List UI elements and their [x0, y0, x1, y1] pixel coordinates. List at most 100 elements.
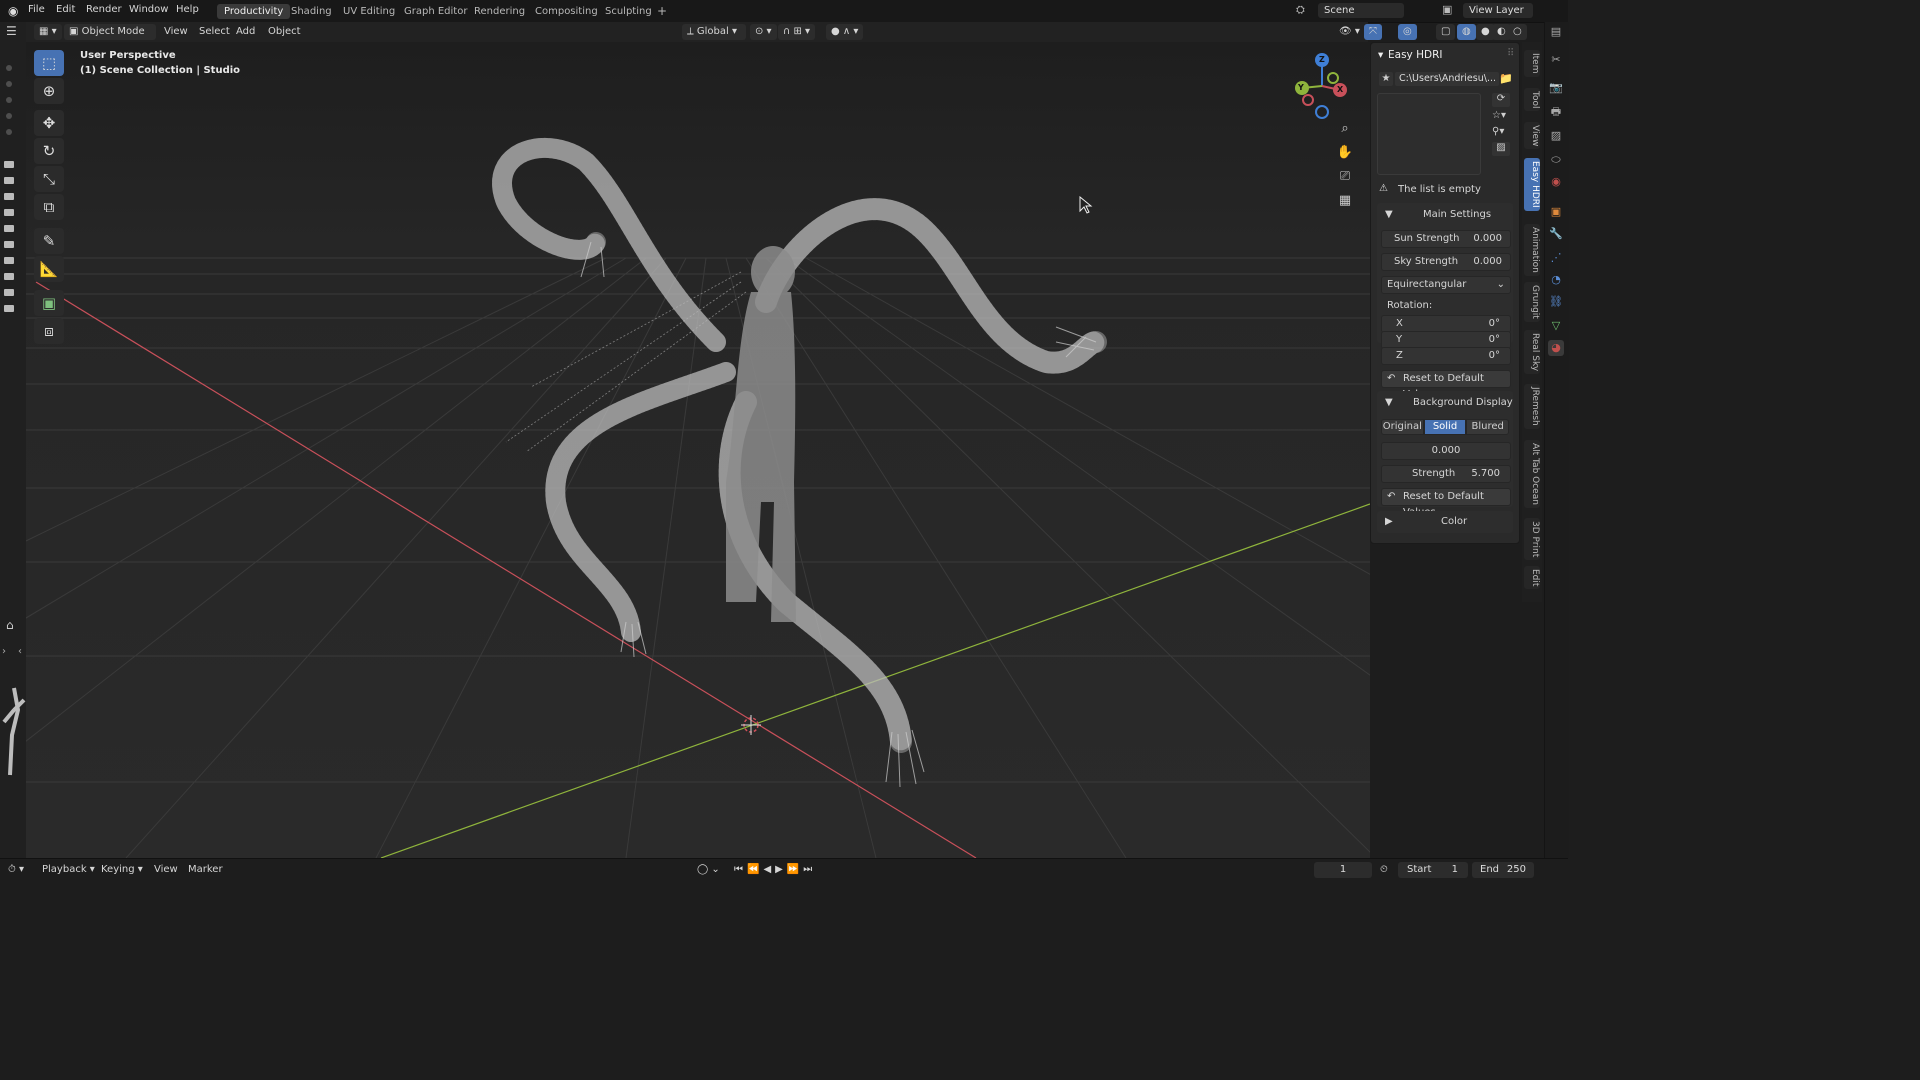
- tab-3d-print[interactable]: 3D Print: [1524, 518, 1540, 561]
- scene-canvas[interactable]: [26, 42, 1370, 858]
- tab-alt-tab-ocean[interactable]: Alt Tab Ocean: [1524, 440, 1540, 508]
- favorite-star-icon[interactable]: ★: [1379, 72, 1393, 86]
- material-properties-icon[interactable]: ◕: [1548, 340, 1564, 356]
- transform-tool-icon[interactable]: ⧉: [34, 194, 64, 220]
- scene-selector[interactable]: Scene: [1318, 3, 1404, 18]
- strength-field[interactable]: Strength 5.700: [1381, 465, 1511, 483]
- proportional-edit-icon[interactable]: ● ∧ ▾: [826, 24, 864, 40]
- object-properties-icon[interactable]: ▣: [1548, 204, 1564, 220]
- particles-properties-icon[interactable]: ⋰: [1548, 250, 1564, 266]
- transform-orientation[interactable]: ⟂ Global ▾: [682, 24, 746, 40]
- collection-visibility-icons[interactable]: [0, 58, 26, 378]
- auto-key-icon[interactable]: ◯ ⌄: [697, 864, 720, 875]
- hdri-path-field[interactable]: C:\Users\Andriesu\...: [1395, 72, 1499, 86]
- background-display-header[interactable]: Background Display: [1413, 397, 1513, 408]
- end-frame-field[interactable]: End 250: [1472, 862, 1534, 878]
- bg-mode-blured[interactable]: Blured: [1466, 419, 1510, 435]
- section-collapse-icon[interactable]: ▼: [1385, 209, 1393, 220]
- mode-selector[interactable]: ▣ Object Mode ▾: [64, 24, 156, 53]
- tab-tool[interactable]: Tool: [1524, 88, 1540, 112]
- reset-default-button[interactable]: ↶ Reset to Default Values: [1381, 370, 1511, 400]
- current-frame-field[interactable]: 1: [1314, 862, 1372, 878]
- bg-mode-original[interactable]: Original: [1381, 419, 1424, 435]
- panel-collapse-icon[interactable]: ▾: [1378, 49, 1383, 61]
- timeline-editor-icon[interactable]: ⏱ ▾: [8, 864, 24, 875]
- physics-properties-icon[interactable]: ◔: [1548, 272, 1564, 288]
- zoom-icon[interactable]: ⌕: [1334, 118, 1356, 140]
- wireframe-shading-icon[interactable]: ◍: [1457, 24, 1476, 40]
- tab-productivity[interactable]: Productivity: [217, 4, 291, 19]
- rotation-z-field[interactable]: Z 0°: [1381, 347, 1511, 365]
- menu-render[interactable]: Render: [86, 4, 122, 15]
- section-collapse-icon[interactable]: ▼: [1385, 397, 1393, 408]
- playback-menu[interactable]: Playback ▾: [42, 864, 95, 875]
- modifier-properties-icon[interactable]: 🔧: [1548, 226, 1564, 242]
- tab-grungit[interactable]: Grungit: [1524, 282, 1540, 322]
- marker-menu[interactable]: Marker: [188, 864, 223, 875]
- rotate-tool-icon[interactable]: ↻: [34, 138, 64, 164]
- tab-animation[interactable]: Animation: [1524, 224, 1540, 276]
- main-settings-header[interactable]: Main Settings: [1423, 209, 1491, 220]
- data-properties-icon[interactable]: ▽: [1548, 318, 1564, 334]
- blender-logo-icon[interactable]: ◉: [8, 4, 18, 18]
- properties-editor-icon[interactable]: ▤: [1548, 24, 1564, 40]
- pivot-icon[interactable]: ⊙ ▾: [750, 24, 777, 40]
- add-cube-tool-icon[interactable]: ▣: [34, 290, 64, 316]
- menu-select[interactable]: Select: [194, 24, 235, 40]
- tab-compositing[interactable]: Compositing: [528, 4, 605, 19]
- menu-file[interactable]: File: [28, 4, 45, 15]
- panel-drag-handle-icon[interactable]: ⠿: [1507, 48, 1514, 59]
- playback-controls[interactable]: ⏮⏪◀▶⏩⏭: [734, 864, 816, 875]
- world-properties-icon[interactable]: ◉: [1548, 174, 1564, 190]
- tab-shading[interactable]: Shading: [284, 4, 339, 19]
- rendered-shading-icon[interactable]: ○: [1508, 24, 1527, 40]
- tab-rendering[interactable]: Rendering: [467, 4, 532, 19]
- ortho-grid-icon[interactable]: ▦: [1334, 190, 1356, 212]
- tab-item[interactable]: Item: [1524, 50, 1540, 77]
- menu-view[interactable]: View: [159, 24, 193, 40]
- menu-add[interactable]: Add: [231, 24, 260, 40]
- tab-uv-editing[interactable]: UV Editing: [336, 4, 402, 19]
- tab-real-sky[interactable]: Real Sky: [1524, 330, 1540, 375]
- scene-properties-icon[interactable]: ⬭: [1548, 152, 1564, 168]
- folder-icon[interactable]: 📁: [1499, 72, 1513, 85]
- tab-view[interactable]: View: [1524, 122, 1540, 150]
- pan-hand-icon[interactable]: ✋: [1334, 142, 1356, 164]
- visibility-icon[interactable]: 👁 ▾: [1334, 24, 1365, 40]
- reset-default-button-2[interactable]: ↶ Reset to Default Values: [1381, 488, 1511, 518]
- add-primitive-tool-icon[interactable]: ⧈: [34, 318, 64, 344]
- keying-menu[interactable]: Keying ▾: [101, 864, 143, 875]
- overlay-toggle-icon[interactable]: ◎: [1398, 24, 1417, 40]
- view-layer-selector[interactable]: View Layer: [1463, 3, 1533, 18]
- expand-arrow-icon[interactable]: ▶: [1385, 516, 1393, 527]
- sky-strength-field[interactable]: Sky Strength 0.000: [1381, 253, 1511, 271]
- annotate-tool-icon[interactable]: ✎: [34, 228, 64, 254]
- tab-jremesh[interactable]: JRemesh: [1524, 384, 1540, 429]
- tab-graph-editor[interactable]: Graph Editor: [397, 4, 474, 19]
- menu-object[interactable]: Object: [263, 24, 306, 40]
- menu-window[interactable]: Window: [129, 4, 168, 15]
- snap-icon[interactable]: ∩ ⊞ ▾: [778, 24, 816, 40]
- select-box-tool-icon[interactable]: ⬚: [34, 50, 64, 76]
- bg-value-field[interactable]: 0.000: [1381, 442, 1511, 460]
- tab-edit[interactable]: Edit: [1524, 566, 1540, 590]
- tool-properties-icon[interactable]: ✂: [1548, 52, 1564, 68]
- tab-easy-hdri[interactable]: Easy HDRI: [1524, 158, 1540, 211]
- 3d-viewport[interactable]: User Perspective (1) Scene Collection | …: [26, 42, 1370, 858]
- view-menu[interactable]: View: [154, 864, 178, 875]
- outliner-icon[interactable]: ☰: [6, 24, 17, 38]
- xray-icon[interactable]: ▢: [1436, 24, 1456, 40]
- start-frame-field[interactable]: Start 1: [1398, 862, 1468, 878]
- image-icon[interactable]: ▨: [1492, 142, 1510, 156]
- output-properties-icon[interactable]: 🖶: [1548, 104, 1564, 120]
- menu-help[interactable]: Help: [176, 4, 199, 15]
- color-header[interactable]: Color: [1441, 516, 1467, 527]
- sun-strength-field[interactable]: Sun Strength 0.000: [1381, 230, 1511, 248]
- gizmo-toggle-icon[interactable]: ⤧: [1364, 24, 1382, 40]
- collapse-icon[interactable]: ‹: [18, 646, 22, 657]
- editor-type-icon[interactable]: ⌂: [6, 618, 14, 632]
- expand-left-icon[interactable]: ›: [2, 646, 6, 657]
- add-workspace-button[interactable]: +: [650, 4, 674, 19]
- bg-mode-solid[interactable]: Solid: [1423, 419, 1467, 435]
- constraints-properties-icon[interactable]: ⛓: [1548, 294, 1564, 310]
